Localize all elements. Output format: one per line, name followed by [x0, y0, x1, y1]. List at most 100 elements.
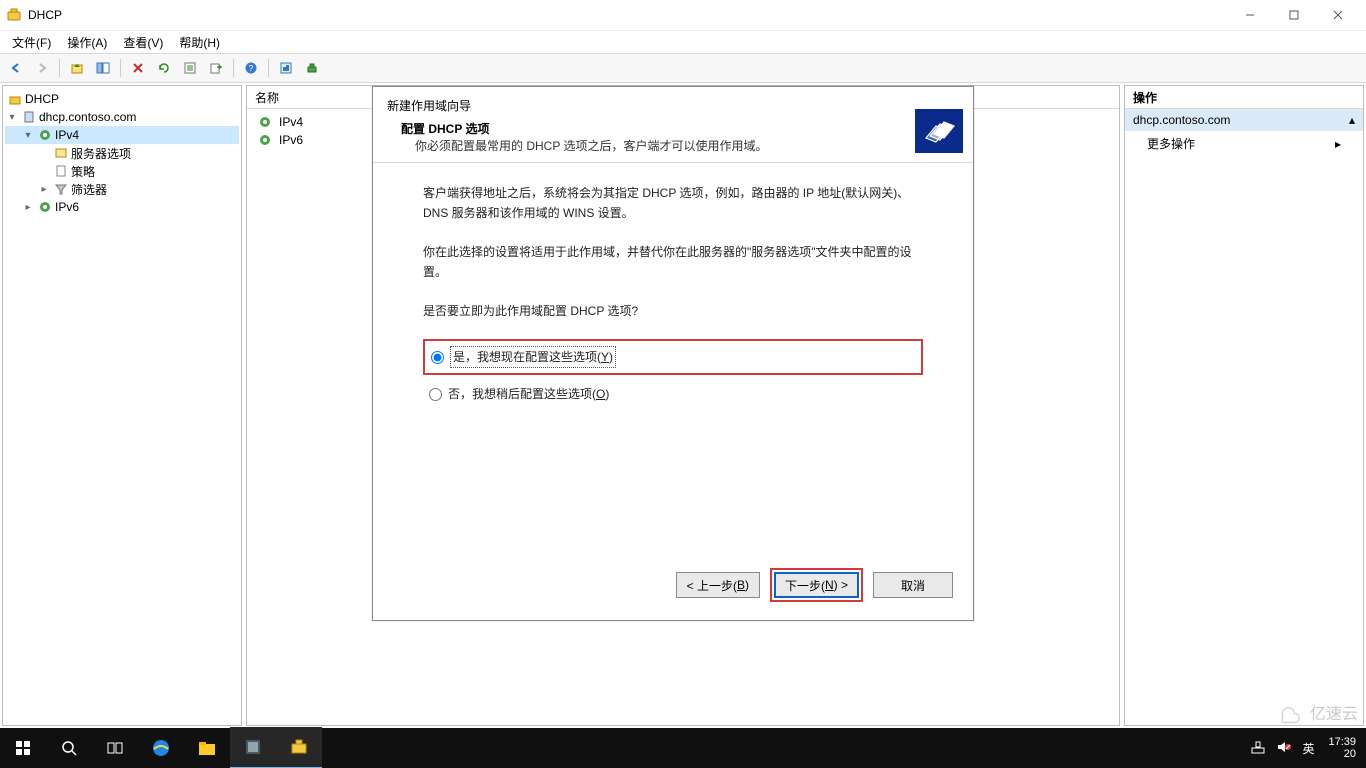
action-button-2[interactable]: [300, 56, 324, 80]
tree-node-filters[interactable]: 筛选器: [5, 180, 239, 198]
dhcp-icon: [7, 91, 23, 107]
wizard-subtitle-desc: 你必须配置最常用的 DHCP 选项之后，客户端才可以使用作用域。: [387, 137, 959, 154]
search-button[interactable]: [46, 728, 92, 768]
menu-file[interactable]: 文件(F): [4, 32, 59, 53]
expand-toggle[interactable]: [37, 184, 51, 195]
scope-tree[interactable]: DHCP dhcp.contoso.com IPv4 服务器选项: [3, 86, 241, 220]
network-icon[interactable]: [1250, 739, 1266, 758]
ipv6-icon: [37, 199, 53, 215]
wizard-paragraph-2: 你在此选择的设置将适用于此作用域，并替代你在此服务器的"服务器选项"文件夹中配置…: [423, 242, 923, 283]
list-label: IPv6: [279, 133, 303, 147]
wizard-footer: < 上一步(B) 下一步(N) > 取消: [373, 560, 973, 620]
menu-bar: 文件(F) 操作(A) 查看(V) 帮助(H): [0, 31, 1366, 53]
taskbar-server-manager[interactable]: [230, 727, 276, 768]
up-button[interactable]: [65, 56, 89, 80]
radio-no-label: 否，我想稍后配置这些选项(O): [448, 384, 609, 404]
taskbar-explorer[interactable]: [184, 728, 230, 768]
app-window: DHCP 文件(F) 操作(A) 查看(V) 帮助(H) ?: [0, 0, 1366, 728]
clock-date: 20: [1328, 748, 1356, 760]
radio-configure-later[interactable]: 否，我想稍后配置这些选项(O): [423, 379, 923, 409]
list-label: IPv4: [279, 115, 303, 129]
radio-no-input[interactable]: [429, 388, 442, 401]
expand-toggle[interactable]: [21, 202, 35, 213]
policy-icon: [53, 163, 69, 179]
back-button[interactable]: < 上一步(B): [676, 572, 760, 598]
expand-toggle[interactable]: [21, 130, 35, 141]
tree-label: 服务器选项: [71, 145, 131, 162]
app-title: DHCP: [28, 8, 62, 22]
collapse-icon: ▴: [1349, 113, 1355, 127]
wizard-title: 新建作用域向导: [387, 97, 959, 114]
start-button[interactable]: [0, 728, 46, 768]
ipv4-icon: [257, 114, 273, 130]
tree-node-server-options[interactable]: 服务器选项: [5, 144, 239, 162]
wizard-subtitle: 配置 DHCP 选项: [387, 120, 959, 137]
next-button[interactable]: 下一步(N) >: [774, 572, 859, 598]
actions-more-label: 更多操作: [1147, 135, 1195, 152]
ipv6-icon: [257, 132, 273, 148]
actions-context[interactable]: dhcp.contoso.com ▴: [1125, 109, 1363, 131]
radio-yes-label: 是，我想现在配置这些选项(Y): [450, 346, 616, 368]
options-icon: [53, 145, 69, 161]
tree-label: 策略: [71, 163, 95, 180]
tree-node-ipv6[interactable]: IPv6: [5, 198, 239, 216]
tree-node-dhcp[interactable]: DHCP: [5, 90, 239, 108]
help-button[interactable]: ?: [239, 56, 263, 80]
filter-icon: [53, 181, 69, 197]
ipv4-icon: [37, 127, 53, 143]
system-tray[interactable]: 英 17:39 20: [1244, 736, 1366, 760]
task-view-button[interactable]: [92, 728, 138, 768]
cancel-button[interactable]: 取消: [873, 572, 953, 598]
expand-toggle[interactable]: [5, 112, 19, 123]
radio-yes-input[interactable]: [431, 351, 444, 364]
delete-button[interactable]: [126, 56, 150, 80]
tree-label: 筛选器: [71, 181, 107, 198]
minimize-button[interactable]: [1228, 0, 1272, 30]
taskbar-dhcp[interactable]: [276, 727, 322, 768]
toolbar-separator: [59, 59, 60, 77]
nav-back-button[interactable]: [4, 56, 28, 80]
actions-header: 操作: [1125, 86, 1363, 109]
toolbar-separator: [120, 59, 121, 77]
action-button-1[interactable]: [274, 56, 298, 80]
toolbar: ?: [0, 53, 1366, 83]
tree-node-policies[interactable]: 策略: [5, 162, 239, 180]
ime-indicator[interactable]: 英: [1302, 740, 1314, 757]
wizard-paragraph-1: 客户端获得地址之后，系统将会为其指定 DHCP 选项，例如，路由器的 IP 地址…: [423, 183, 923, 224]
wizard-question: 是否要立即为此作用域配置 DHCP 选项?: [423, 301, 923, 321]
show-hide-tree-button[interactable]: [91, 56, 115, 80]
refresh-button[interactable]: [152, 56, 176, 80]
tree-pane: DHCP dhcp.contoso.com IPv4 服务器选项: [2, 85, 242, 726]
menu-view[interactable]: 查看(V): [115, 32, 171, 53]
menu-action[interactable]: 操作(A): [59, 32, 115, 53]
tree-label: IPv4: [55, 128, 79, 142]
chevron-right-icon: ▸: [1335, 137, 1341, 151]
properties-button[interactable]: [178, 56, 202, 80]
column-name: 名称: [255, 89, 279, 106]
nav-forward-button[interactable]: [30, 56, 54, 80]
actions-more-link[interactable]: 更多操作 ▸: [1125, 131, 1363, 156]
sound-muted-icon[interactable]: [1276, 739, 1292, 758]
close-button[interactable]: [1316, 0, 1360, 30]
export-button[interactable]: [204, 56, 228, 80]
actions-pane: 操作 dhcp.contoso.com ▴ 更多操作 ▸: [1124, 85, 1364, 726]
wizard-body: 客户端获得地址之后，系统将会为其指定 DHCP 选项，例如，路由器的 IP 地址…: [373, 163, 973, 560]
taskbar-ie[interactable]: [138, 728, 184, 768]
title-bar: DHCP: [0, 0, 1366, 31]
radio-configure-now[interactable]: 是，我想现在配置这些选项(Y): [423, 339, 923, 375]
maximize-button[interactable]: [1272, 0, 1316, 30]
taskbar-clock[interactable]: 17:39 20: [1324, 736, 1360, 760]
tree-node-ipv4[interactable]: IPv4: [5, 126, 239, 144]
taskbar[interactable]: 英 17:39 20: [0, 728, 1366, 768]
tree-label: dhcp.contoso.com: [39, 110, 136, 124]
tree-label: IPv6: [55, 200, 79, 214]
app-icon: [6, 7, 22, 23]
tree-label: DHCP: [25, 92, 59, 106]
wizard-header: 新建作用域向导 配置 DHCP 选项 你必须配置最常用的 DHCP 选项之后，客…: [373, 87, 973, 163]
tree-node-server[interactable]: dhcp.contoso.com: [5, 108, 239, 126]
svg-text:?: ?: [249, 64, 254, 73]
toolbar-separator: [268, 59, 269, 77]
list-pane: 名称 IPv4 IPv6 新建作用域向导 配置 DHCP 选项 你必须配置最常用…: [246, 85, 1120, 726]
content-area: DHCP dhcp.contoso.com IPv4 服务器选项: [0, 83, 1366, 728]
menu-help[interactable]: 帮助(H): [171, 32, 228, 53]
